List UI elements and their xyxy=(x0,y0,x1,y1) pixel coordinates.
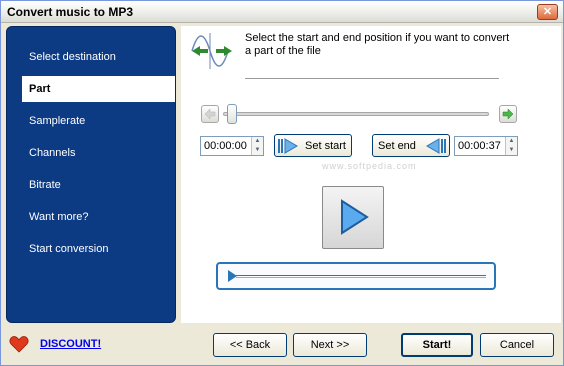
end-time-value: 00:00:37 xyxy=(458,140,501,152)
sidebar-item-label: Part xyxy=(29,83,51,95)
cancel-button[interactable]: Cancel xyxy=(480,333,554,357)
set-end-button[interactable]: Set end xyxy=(372,134,450,157)
start-time-spinner[interactable]: ▲ ▼ xyxy=(251,137,263,155)
window-title: Convert music to MP3 xyxy=(7,5,134,19)
next-label: Next >> xyxy=(310,339,350,351)
end-time-spinner[interactable]: ▲ ▼ xyxy=(505,137,517,155)
position-slider-track[interactable] xyxy=(223,112,489,116)
start-label: Start! xyxy=(422,339,452,351)
arrow-left-icon xyxy=(204,108,216,120)
set-start-icon xyxy=(278,138,298,154)
slider-step-right-button[interactable] xyxy=(499,105,517,123)
set-end-label: Set end xyxy=(378,140,416,152)
spin-down-icon[interactable]: ▼ xyxy=(252,146,263,155)
set-end-icon xyxy=(426,138,446,154)
close-button[interactable]: ✕ xyxy=(537,4,558,20)
sidebar-item-label: Samplerate xyxy=(29,115,86,127)
next-button[interactable]: Next >> xyxy=(293,333,367,357)
sidebar-item-label: Select destination xyxy=(29,51,116,63)
sidebar-item-select-destination[interactable]: Select destination xyxy=(7,44,175,70)
sidebar-item-want-more[interactable]: Want more? xyxy=(7,204,175,230)
end-time-field[interactable]: 00:00:37 ▲ ▼ xyxy=(454,136,518,156)
spin-up-icon[interactable]: ▲ xyxy=(252,137,263,146)
convert-music-window: Convert music to MP3 ✕ Select destinatio… xyxy=(0,0,564,366)
sidebar-item-label: Channels xyxy=(29,147,76,159)
start-time-field[interactable]: 00:00:00 ▲ ▼ xyxy=(200,136,264,156)
part-panel: Select the start and end position if you… xyxy=(181,26,561,323)
spin-up-icon[interactable]: ▲ xyxy=(506,137,517,146)
set-start-button[interactable]: Set start xyxy=(274,134,352,157)
sidebar-item-samplerate[interactable]: Samplerate xyxy=(7,108,175,134)
title-bar[interactable]: Convert music to MP3 ✕ xyxy=(1,1,563,23)
start-button[interactable]: Start! xyxy=(401,333,473,357)
play-icon xyxy=(341,199,369,235)
play-button[interactable] xyxy=(322,186,384,249)
position-slider-thumb[interactable] xyxy=(227,104,237,124)
progress-track xyxy=(236,275,486,278)
arrow-right-icon xyxy=(502,108,514,120)
watermark: www.softpedia.com xyxy=(322,161,417,171)
set-start-label: Set start xyxy=(305,140,346,152)
back-button[interactable]: << Back xyxy=(213,333,287,357)
header-divider xyxy=(245,78,499,79)
playback-progress[interactable] xyxy=(216,262,496,290)
sidebar-item-channels[interactable]: Channels xyxy=(7,140,175,166)
slider-step-left-button[interactable] xyxy=(201,105,219,123)
start-time-value: 00:00:00 xyxy=(204,140,247,152)
sidebar-item-label: Bitrate xyxy=(29,179,61,191)
cancel-label: Cancel xyxy=(499,339,535,351)
heart-icon xyxy=(9,336,29,353)
sidebar-item-label: Want more? xyxy=(29,211,89,223)
sidebar-item-bitrate[interactable]: Bitrate xyxy=(7,172,175,198)
spin-down-icon[interactable]: ▼ xyxy=(506,146,517,155)
back-label: << Back xyxy=(229,339,271,351)
wizard-sidebar: Select destination Part Samplerate Chann… xyxy=(6,26,176,323)
sidebar-item-start-conversion[interactable]: Start conversion xyxy=(7,236,175,262)
wizard-footer: DISCOUNT! << Back Next >> Start! Cancel xyxy=(1,323,563,365)
part-instructions: Select the start and end position if you… xyxy=(245,32,510,57)
discount-link[interactable]: DISCOUNT! xyxy=(40,338,101,350)
waveform-arrows-icon xyxy=(191,33,232,69)
close-icon: ✕ xyxy=(542,6,553,18)
sidebar-item-part[interactable]: Part xyxy=(22,76,175,102)
sidebar-item-label: Start conversion xyxy=(29,243,109,255)
